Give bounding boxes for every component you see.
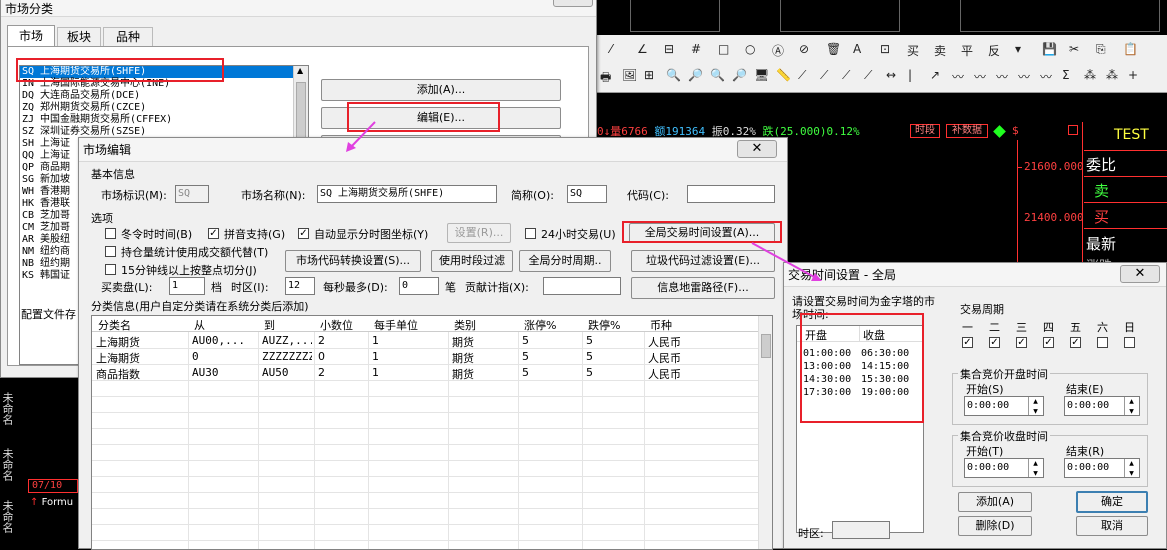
arrow-edit-to-dialog <box>349 121 376 149</box>
arrow-global-to-time <box>751 242 817 279</box>
annotation-arrows <box>346 121 822 281</box>
